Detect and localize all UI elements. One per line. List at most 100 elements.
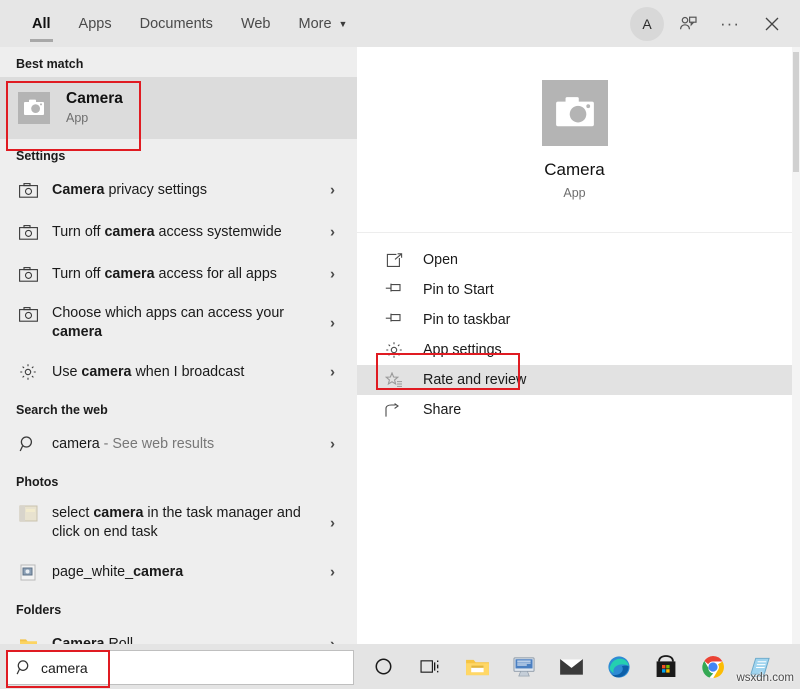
tab-apps[interactable]: Apps xyxy=(65,0,126,47)
avatar[interactable]: A xyxy=(630,6,664,41)
chevron-right-icon: › xyxy=(330,563,335,581)
list-item-web-search-camera[interactable]: camera - See web results › xyxy=(0,423,357,465)
gear-icon xyxy=(14,363,42,381)
chevron-right-icon: › xyxy=(330,435,335,453)
chevron-right-icon: › xyxy=(330,314,335,332)
list-item-label: page_white_camera xyxy=(52,563,184,580)
app-actions-list: Open Pin to Start Pin to taskbar App set… xyxy=(357,233,792,425)
preview-app-name: Camera xyxy=(544,159,605,179)
photo-thumb-icon xyxy=(14,505,42,522)
list-item-camera-privacy-settings[interactable]: Camera privacy settings › xyxy=(0,169,357,211)
watermark: wsxdn.com xyxy=(736,672,794,684)
taskbar-icons xyxy=(360,644,783,689)
results-header: All Apps Documents Web More ▼ A ··· xyxy=(0,0,800,47)
chevron-right-icon: › xyxy=(330,363,335,381)
photo-thumb-icon xyxy=(14,564,42,581)
camera-app-icon xyxy=(541,79,608,146)
action-label: Rate and review xyxy=(423,372,527,388)
camera-app-icon xyxy=(18,92,50,124)
microsoft-store-icon[interactable] xyxy=(642,644,689,689)
action-share[interactable]: Share xyxy=(357,395,792,425)
chrome-icon[interactable] xyxy=(689,644,736,689)
action-label: Pin to Start xyxy=(423,282,494,298)
cortana-icon[interactable] xyxy=(360,644,407,689)
search-input-value: camera xyxy=(41,659,88,676)
close-icon[interactable] xyxy=(754,6,790,42)
tab-web-label: Web xyxy=(240,15,271,32)
action-rate-and-review[interactable]: Rate and review xyxy=(357,365,792,395)
presentation-display-icon[interactable] xyxy=(501,644,548,689)
person-feedback-icon[interactable] xyxy=(670,6,706,42)
app-preview: Camera App xyxy=(357,47,792,233)
section-search-the-web: Search the web xyxy=(16,403,108,417)
tab-apps-label: Apps xyxy=(78,15,112,32)
section-best-match: Best match xyxy=(16,57,84,71)
preview-app-type: App xyxy=(563,185,586,200)
action-open[interactable]: Open xyxy=(357,245,792,275)
search-input[interactable]: camera xyxy=(6,650,354,685)
list-item-label: select camera in the task manager and cl… xyxy=(52,505,301,540)
tab-more[interactable]: More ▼ xyxy=(285,0,362,47)
mail-icon[interactable] xyxy=(548,644,595,689)
list-item-turn-off-camera-systemwide[interactable]: Turn off camera access systemwide › xyxy=(0,211,357,253)
search-icon xyxy=(14,435,42,453)
chevron-right-icon: › xyxy=(330,223,335,241)
share-icon xyxy=(383,402,405,418)
chevron-right-icon: › xyxy=(330,265,335,283)
avatar-letter: A xyxy=(642,15,652,32)
list-item-photo-select-camera[interactable]: select camera in the task manager and cl… xyxy=(0,495,357,551)
action-label: App settings xyxy=(423,342,502,358)
camera-icon xyxy=(14,307,42,322)
action-label: Open xyxy=(423,252,458,268)
tab-all[interactable]: All xyxy=(18,0,65,47)
filter-tabs: All Apps Documents Web More ▼ xyxy=(18,0,361,47)
tab-documents[interactable]: Documents xyxy=(126,0,227,47)
edge-icon[interactable] xyxy=(595,644,642,689)
tab-all-label: All xyxy=(32,15,51,32)
action-pin-to-taskbar[interactable]: Pin to taskbar xyxy=(357,305,792,335)
camera-icon xyxy=(14,266,42,282)
open-icon xyxy=(383,252,405,268)
best-match-item-camera[interactable]: Camera App xyxy=(0,77,357,139)
search-icon xyxy=(7,659,41,676)
best-match-name: Camera xyxy=(66,90,123,107)
chevron-right-icon: › xyxy=(330,635,335,645)
header-actions: A ··· xyxy=(630,0,790,47)
list-item-choose-apps-camera[interactable]: Choose which apps can access your camera… xyxy=(0,295,357,351)
action-app-settings[interactable]: App settings xyxy=(357,335,792,365)
best-match-type: App xyxy=(66,111,89,125)
section-settings: Settings xyxy=(16,149,66,163)
chevron-right-icon: › xyxy=(330,181,335,199)
list-item-folder-camera-roll[interactable]: Camera Roll › xyxy=(0,623,357,644)
list-item-label: Turn off camera access systemwide xyxy=(52,223,282,240)
details-panel: Camera App Open Pin to Start Pin to task… xyxy=(357,47,792,644)
list-item-label: Camera privacy settings xyxy=(52,181,207,198)
action-label: Share xyxy=(423,402,462,418)
list-item-use-camera-broadcast[interactable]: Use camera when I broadcast › xyxy=(0,351,357,393)
task-view-icon[interactable] xyxy=(407,644,454,689)
tab-documents-label: Documents xyxy=(139,15,213,32)
list-item-turn-off-camera-all-apps[interactable]: Turn off camera access for all apps › xyxy=(0,253,357,295)
action-label: Pin to taskbar xyxy=(423,312,511,328)
list-item-label: Choose which apps can access your camera xyxy=(52,305,285,340)
chevron-down-icon: ▼ xyxy=(338,18,348,29)
results-list-panel[interactable]: Best match Camera App Settings Camera pr… xyxy=(0,47,357,644)
list-item-label: camera - See web results xyxy=(52,435,215,452)
ellipsis-icon[interactable]: ··· xyxy=(712,6,748,42)
file-explorer-icon[interactable] xyxy=(454,644,501,689)
camera-icon xyxy=(14,182,42,198)
pin-to-taskbar-icon xyxy=(383,313,405,327)
action-pin-to-start[interactable]: Pin to Start xyxy=(357,275,792,305)
section-photos: Photos xyxy=(16,475,59,489)
folder-icon xyxy=(14,636,42,644)
search-results-window: All Apps Documents Web More ▼ A ··· Best… xyxy=(0,0,800,689)
gear-icon xyxy=(383,341,405,359)
tab-more-label: More xyxy=(298,15,332,32)
camera-icon xyxy=(14,224,42,240)
list-item-photo-page-white-camera[interactable]: page_white_camera › xyxy=(0,551,357,593)
section-folders: Folders xyxy=(16,603,62,617)
tab-web[interactable]: Web xyxy=(227,0,285,47)
chevron-right-icon: › xyxy=(330,514,335,532)
scrollbar-thumb[interactable] xyxy=(793,52,799,172)
ellipsis-label: ··· xyxy=(720,13,740,33)
